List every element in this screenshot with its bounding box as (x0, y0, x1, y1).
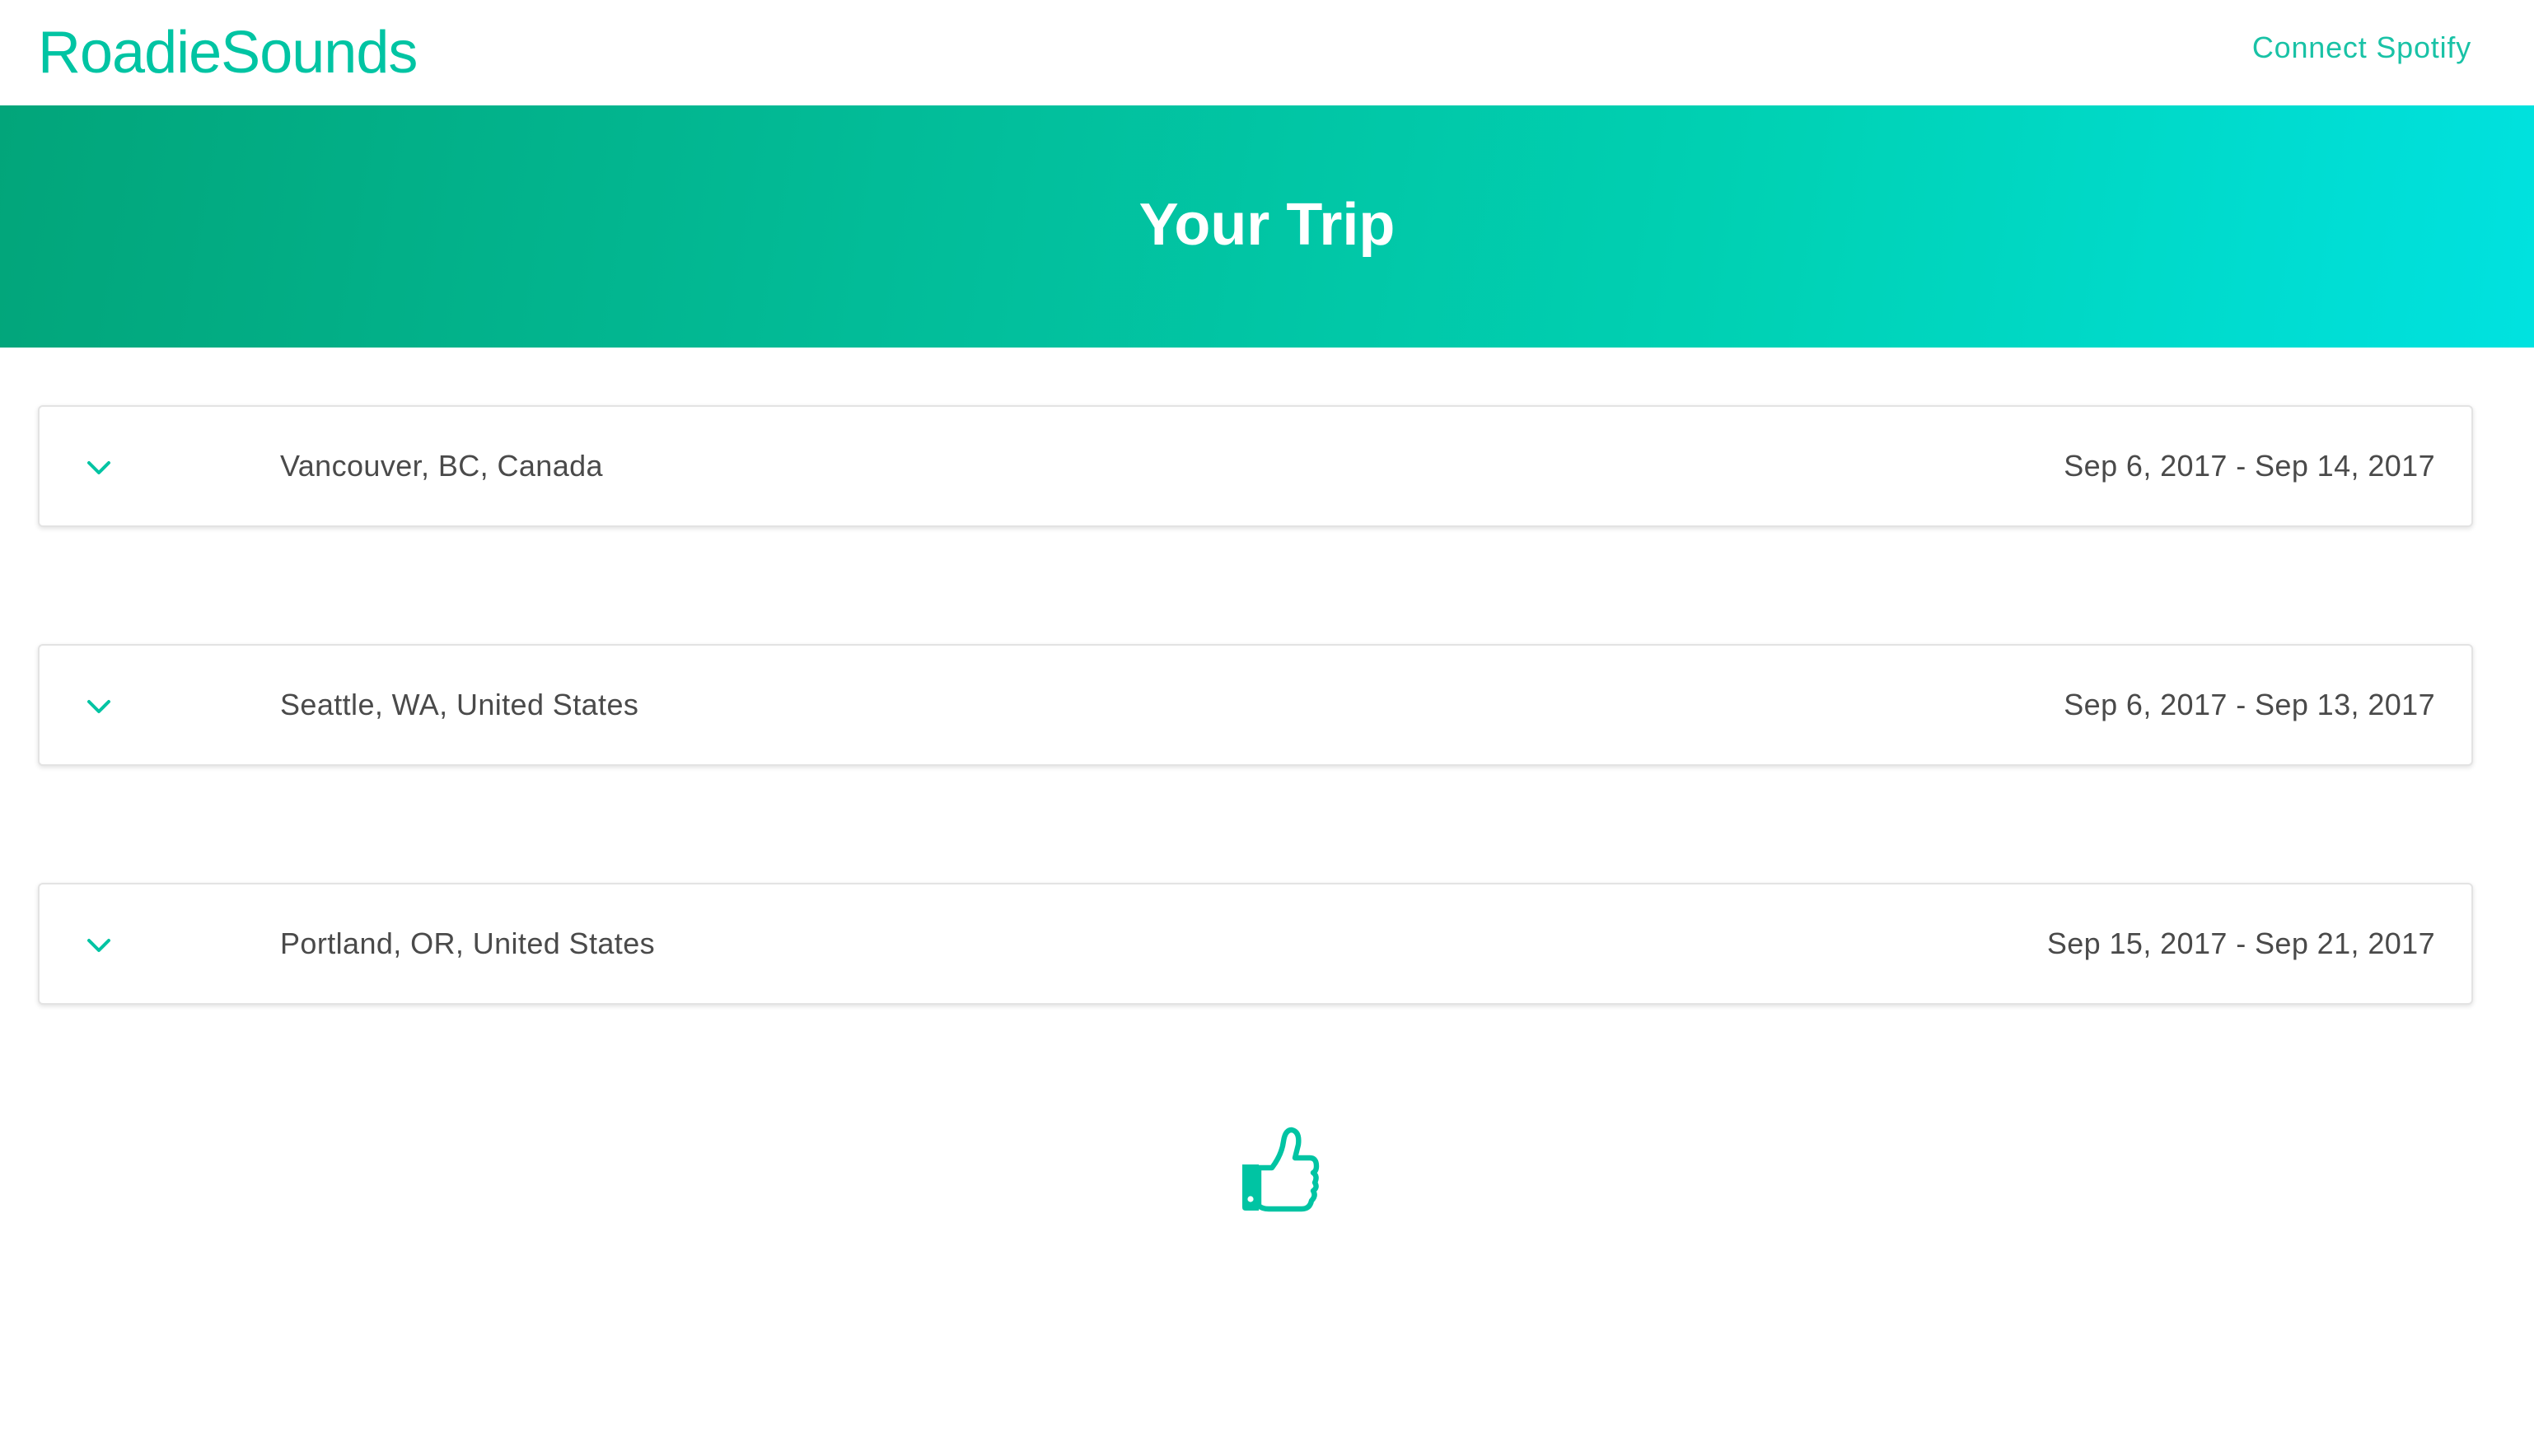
chevron-down-icon[interactable] (86, 698, 112, 715)
trip-city: Seattle, WA, United States (280, 688, 639, 721)
chevron-down-icon[interactable] (86, 937, 112, 954)
page-title: Your Trip (1138, 192, 1396, 258)
brand-logo[interactable]: RoadieSounds (38, 19, 418, 86)
thumbs-up-icon[interactable] (1239, 1125, 1321, 1214)
trip-item-portland[interactable]: Portland, OR, United States Sep 15, 2017… (38, 883, 2473, 1005)
trip-dates: Sep 6, 2017 - Sep 13, 2017 (2064, 688, 2435, 721)
hero-banner: Your Trip (0, 105, 2534, 348)
trip-dates: Sep 15, 2017 - Sep 21, 2017 (2046, 926, 2435, 960)
trip-dates: Sep 6, 2017 - Sep 14, 2017 (2064, 449, 2435, 483)
trip-list: Vancouver, BC, Canada Sep 6, 2017 - Sep … (0, 348, 2534, 1005)
page: RoadieSounds Connect Spotify Your Trip V… (0, 0, 2534, 1456)
trip-item-seattle[interactable]: Seattle, WA, United States Sep 6, 2017 -… (38, 644, 2473, 766)
top-navbar: RoadieSounds Connect Spotify (0, 0, 2534, 105)
trip-city: Portland, OR, United States (280, 926, 656, 960)
trip-item-vancouver[interactable]: Vancouver, BC, Canada Sep 6, 2017 - Sep … (38, 405, 2473, 527)
connect-spotify-link[interactable]: Connect Spotify (2252, 30, 2471, 65)
trip-city: Vancouver, BC, Canada (280, 449, 603, 483)
chevron-down-icon[interactable] (86, 460, 112, 476)
